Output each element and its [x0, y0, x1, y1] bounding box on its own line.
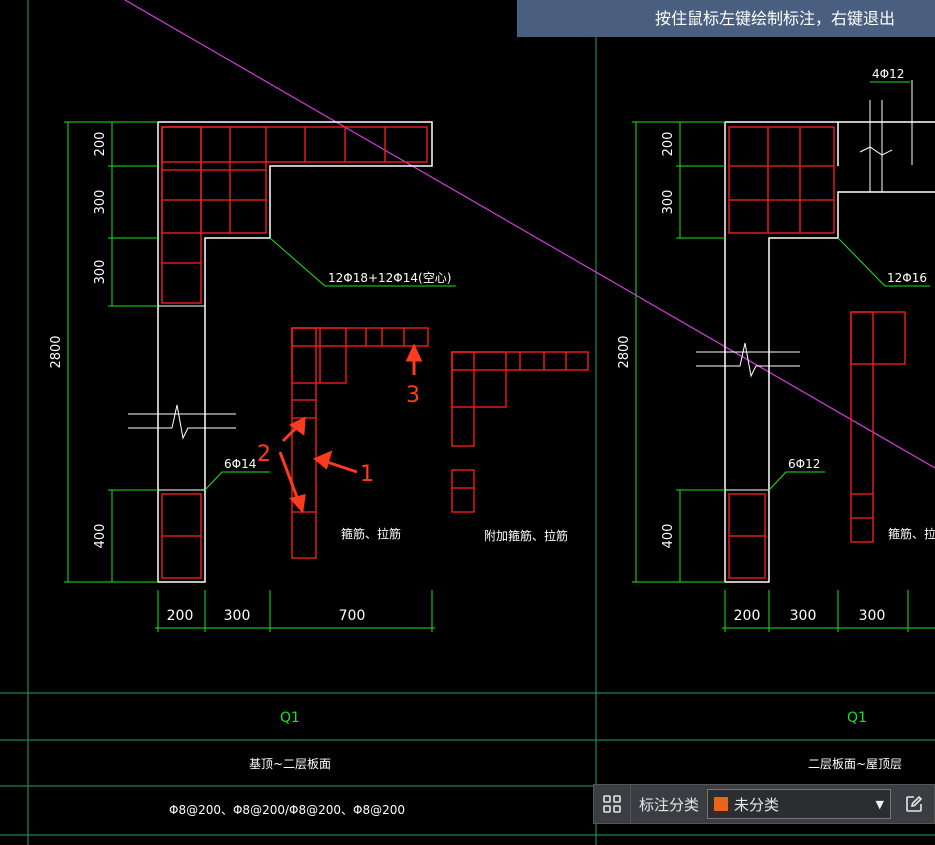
callout-main-left: 12Φ18+12Φ14(空心): [328, 271, 451, 285]
left-dimensions: [64, 121, 456, 632]
table-rebar-left: Φ8@200、Φ8@200/Φ8@200、Φ8@200: [169, 803, 405, 817]
marker-3: 3: [406, 383, 420, 408]
stirrup-label-left: 箍筋、拉筋: [341, 526, 401, 541]
dim-left-v-200: 200: [93, 132, 108, 157]
dim-left-v-300a: 300: [93, 190, 108, 215]
hint-text: 按住鼠标左键绘制标注，右键退出: [654, 9, 895, 28]
dim-right-v-400: 400: [661, 524, 676, 549]
table-wall-left: Q1: [280, 710, 300, 726]
annotation-category-toolbar: 标注分类 未分类 ▼: [593, 784, 935, 824]
callout-web-right: 6Φ12: [788, 457, 820, 471]
stirrup-label-right: 箍筋、拉筋: [888, 526, 935, 541]
dim-right-h-300b: 300: [859, 608, 886, 624]
right-dimensions: [632, 81, 935, 632]
dim-left-v-300b: 300: [93, 260, 108, 285]
callout-web-left: 6Φ14: [224, 457, 256, 471]
category-color-swatch: [714, 797, 729, 811]
diagonal-guide-line: [124, 0, 935, 469]
table-range-left: 基顶~二层板面: [249, 757, 331, 771]
right-top-callout: 4Φ12: [872, 67, 904, 81]
dim-left-h-700: 700: [339, 608, 366, 624]
marker-1: 1: [360, 462, 374, 487]
category-label: 标注分类: [639, 795, 700, 814]
left-wall-outline: [157, 121, 433, 583]
edit-icon[interactable]: [899, 785, 929, 823]
dim-left-v-400: 400: [93, 524, 108, 549]
cad-drawing-canvas[interactable]: 200 300 300 400 2800 200 300 700 12Φ18+1…: [0, 0, 935, 845]
grid-apps-icon[interactable]: [594, 785, 631, 823]
chevron-down-icon: ▼: [875, 797, 885, 811]
dim-left-h-300: 300: [224, 608, 251, 624]
drawing-hint-banner: 按住鼠标左键绘制标注，右键退出: [517, 0, 935, 37]
break-symbol: [128, 404, 236, 440]
left-rebar-cage: [161, 126, 428, 579]
dim-left-total: 2800: [49, 335, 64, 368]
extra-stirrup-label: 附加箍筋、拉筋: [484, 528, 568, 543]
right-wall-section: [632, 80, 935, 632]
category-selected-value: 未分类: [734, 795, 780, 814]
table-range-right: 二层板面~屋顶层: [808, 757, 902, 771]
table-wall-right: Q1: [847, 710, 867, 726]
dim-right-v-300: 300: [661, 190, 676, 215]
left-wall-section: [64, 121, 589, 632]
dim-right-total: 2800: [617, 335, 632, 368]
dim-left-h-200: 200: [167, 608, 194, 624]
marker-2: 2: [257, 442, 271, 467]
callout-main-right: 12Φ16: [887, 271, 927, 285]
extra-stirrup-detail: [451, 351, 589, 513]
dim-right-v-200: 200: [661, 132, 676, 157]
dim-right-h-300a: 300: [790, 608, 817, 624]
category-select[interactable]: 未分类 ▼: [707, 789, 892, 819]
stirrup-detail: [291, 327, 429, 559]
annotation-arrows: [278, 343, 423, 514]
dim-right-h-200: 200: [734, 608, 761, 624]
